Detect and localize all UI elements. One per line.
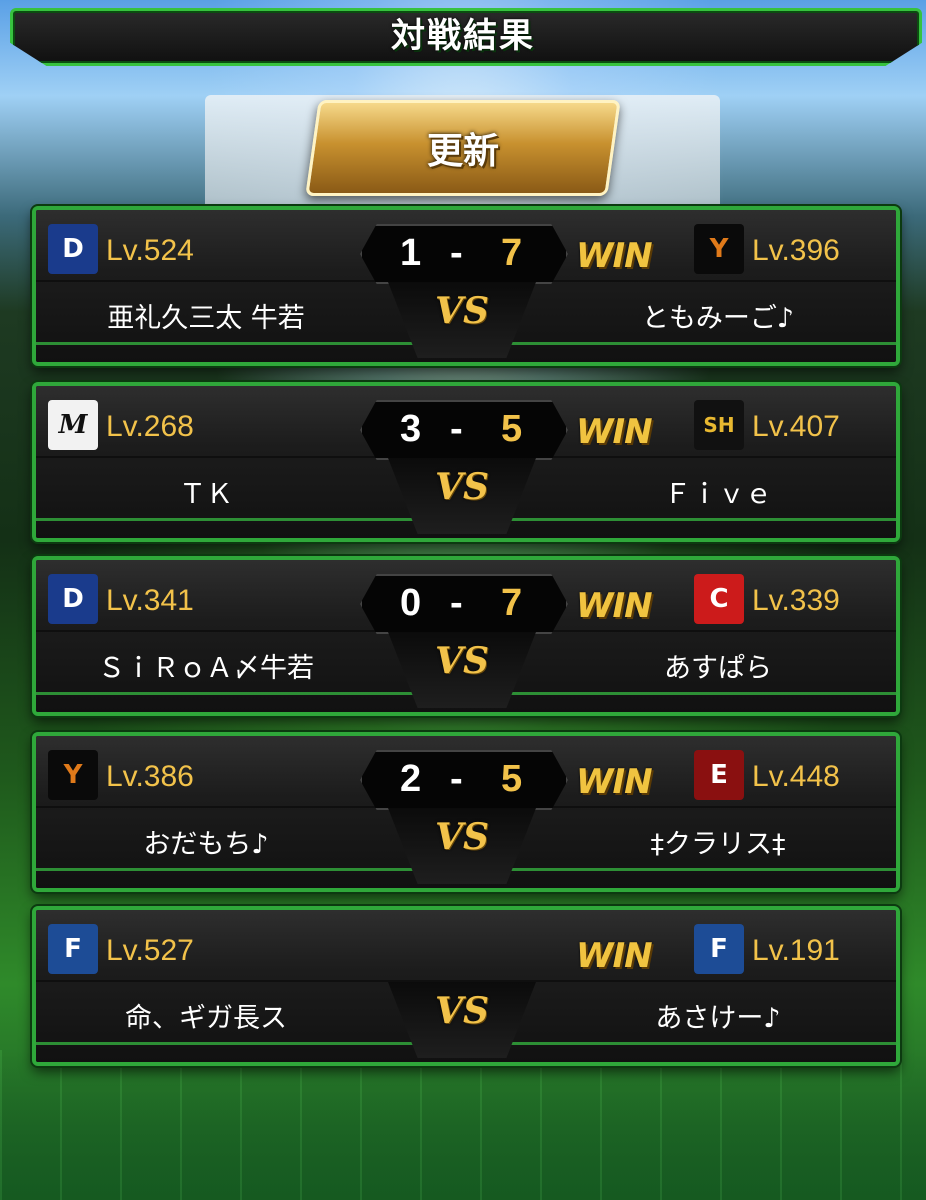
right-level: Lv.191 — [752, 934, 840, 967]
left-score: 2 — [400, 758, 422, 800]
left-score: 1 — [400, 232, 422, 274]
win-badge: WIN — [576, 586, 653, 626]
hawks-icon: SH — [694, 400, 744, 450]
score-box — [360, 224, 568, 284]
fighters-icon: F — [694, 924, 744, 974]
win-badge: WIN — [576, 936, 653, 976]
score-dash: - — [450, 582, 463, 624]
giants-icon: Y — [48, 750, 98, 800]
right-level: Lv.339 — [752, 584, 840, 617]
match-card-2[interactable]: M Lv.268 ＴＫ 3 - 5 VS WIN SH Lv.407 Ｆｉｖｅ — [32, 382, 900, 542]
left-level: Lv.386 — [106, 760, 194, 793]
match-card-1[interactable]: D Lv.524 亜礼久三太 牛若 1 - 7 VS WIN Y Lv.396 … — [32, 206, 900, 366]
field-lines — [0, 1050, 926, 1200]
win-badge: WIN — [576, 236, 653, 276]
left-level: Lv.527 — [106, 934, 194, 967]
page-title: 対戦結果 — [391, 16, 535, 56]
marines-icon: M — [48, 400, 98, 450]
score-dash: - — [450, 232, 463, 274]
score-box — [360, 574, 568, 634]
win-badge: WIN — [576, 412, 653, 452]
score-dash: - — [450, 758, 463, 800]
score-box — [360, 400, 568, 460]
right-score: 7 — [501, 232, 523, 274]
right-player-name: ともみーご♪ — [641, 303, 795, 334]
carp-icon: C — [694, 574, 744, 624]
match-card-3[interactable]: D Lv.341 ＳｉＲｏＡ〆牛若 0 - 7 VS WIN C Lv.339 … — [32, 556, 900, 716]
refresh-label: 更新 — [426, 131, 499, 172]
right-level: Lv.407 — [752, 410, 840, 443]
eagles-icon: E — [694, 750, 744, 800]
right-score: 5 — [501, 758, 523, 800]
right-player-name: Ｆｉｖｅ — [664, 479, 772, 510]
dragons-icon: D — [48, 574, 98, 624]
right-score: 7 — [501, 582, 523, 624]
right-player-name: ‡クラリス‡ — [650, 829, 786, 860]
fighters-icon: F — [48, 924, 98, 974]
left-score: 3 — [400, 408, 422, 450]
left-score: 0 — [400, 582, 422, 624]
score-box — [360, 750, 568, 810]
right-player-name: あすぱら — [664, 653, 772, 684]
right-score: 5 — [501, 408, 523, 450]
left-level: Lv.524 — [106, 234, 194, 267]
dragons-icon: D — [48, 224, 98, 274]
right-level: Lv.396 — [752, 234, 840, 267]
refresh-button[interactable]: 更新 — [305, 100, 621, 196]
left-level: Lv.341 — [106, 584, 194, 617]
giants-icon: Y — [694, 224, 744, 274]
right-level: Lv.448 — [752, 760, 840, 793]
win-badge: WIN — [576, 762, 653, 802]
left-level: Lv.268 — [106, 410, 194, 443]
match-card-5[interactable]: F Lv.527 命、ギガ長ス VS WIN F Lv.191 あさけー♪ — [32, 906, 900, 1066]
divider — [36, 980, 896, 982]
right-player-name: あさけー♪ — [655, 1003, 781, 1034]
score-dash: - — [450, 408, 463, 450]
match-card-4[interactable]: Y Lv.386 おだもち♪ 2 - 5 VS WIN E Lv.448 ‡クラ… — [32, 732, 900, 892]
